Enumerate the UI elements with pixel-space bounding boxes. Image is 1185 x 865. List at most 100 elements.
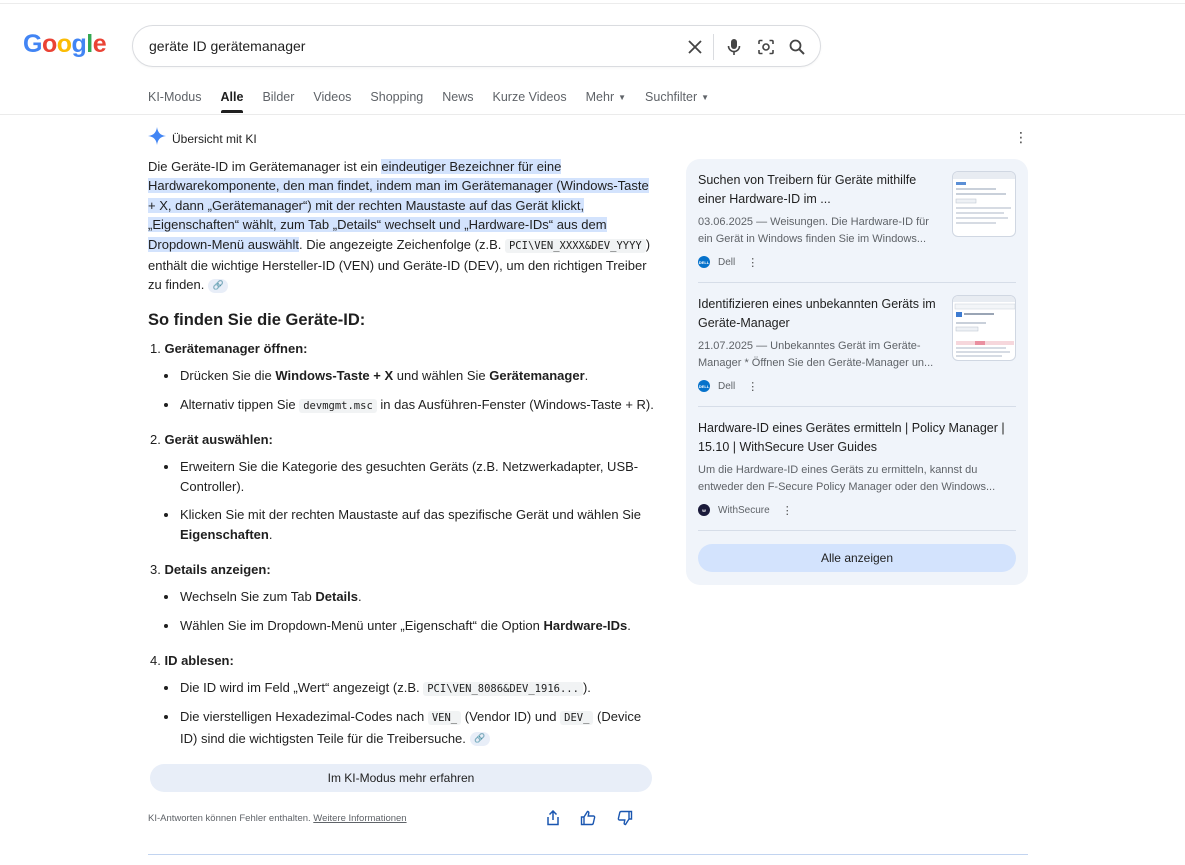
source-site: W WithSecure ⋮ [698,504,1016,517]
intro-text: . Die angezeigte Zeichenfolge (z.B. [299,236,505,252]
tab-suchfilter[interactable]: Suchfilter ▼ [645,90,709,104]
show-all-button[interactable]: Alle anzeigen [698,544,1016,572]
list-item: Klicken Sie mit der rechten Maustaste au… [164,505,655,544]
more-options-icon[interactable]: ⋮ [782,504,793,517]
tabs-divider [0,114,1185,115]
source-snippet: 21.07.2025 — Unbekanntes Gerät im Geräte… [698,339,934,369]
source-site-name: Dell [718,380,736,392]
source-snippet: Um die Hardware-ID eines Geräts zu ermit… [698,463,996,493]
bullet-code: devmgmt.msc [299,399,377,413]
search-input[interactable]: geräte ID gerätemanager [149,38,305,54]
withsecure-favicon-icon: W [698,504,710,517]
bullet-text: . [627,618,631,633]
bullet-code: DEV_ [560,711,594,725]
more-info-link[interactable]: Weitere Informationen [313,813,406,824]
tab-news[interactable]: News [442,90,473,104]
source-site-name: WithSecure [718,504,770,516]
source-title[interactable]: Hardware-ID eines Gerätes ermitteln | Po… [698,419,1016,458]
source-link-icon[interactable]: 🔗 [469,732,490,747]
tab-videos[interactable]: Videos [313,90,351,104]
source-link-icon[interactable]: 🔗 [208,279,229,293]
bullet-text: Alternativ tippen Sie [180,397,300,412]
intro-code: PCI\VEN_XXXX&DEV_YYYY [504,238,646,253]
search-icon[interactable] [786,36,808,58]
source-title[interactable]: Identifizieren eines unbekannten Geräts … [698,295,943,334]
search-divider [713,34,714,60]
thumbs-down-icon[interactable] [615,808,635,828]
top-border [0,3,1185,4]
ai-overview-title: Übersicht mit KI [172,131,257,146]
source-site-name: Dell [718,256,736,268]
step-2: 2. Gerät auswählen: [150,432,273,447]
share-icon[interactable] [543,808,563,828]
step-title: Details anzeigen: [164,562,271,577]
step-title: Gerät auswählen: [164,432,273,447]
list-item: Wählen Sie im Dropdown-Menü unter „Eigen… [164,616,655,636]
microphone-icon[interactable] [723,36,745,58]
more-options-icon[interactable]: ⋮ [747,256,758,269]
tab-bilder[interactable]: Bilder [262,90,294,104]
tab-kurze-videos[interactable]: Kurze Videos [493,90,567,104]
tab-mehr[interactable]: Mehr ▼ [586,90,626,104]
source-site: DELL Dell ⋮ [698,256,1016,269]
clear-icon[interactable] [684,36,706,58]
step-1: 1. Gerätemanager öffnen: [150,341,308,356]
search-box[interactable]: geräte ID gerätemanager [132,25,821,67]
source-site: DELL Dell ⋮ [698,380,1016,393]
source-title[interactable]: Suchen von Treibern für Geräte mithilfe … [698,171,943,210]
more-options-icon[interactable]: ⋮ [747,380,758,393]
step-number: 1. [150,341,161,356]
bullet-text: . [358,589,362,604]
lens-camera-icon[interactable] [755,36,777,58]
step-3: 3. Details anzeigen: [150,562,271,577]
ai-disclaimer: KI-Antworten können Fehler enthalten. We… [148,813,407,824]
step-number: 3. [150,562,161,577]
bullet-code: VEN_ [427,711,462,725]
step-title: Gerätemanager öffnen: [164,341,308,356]
list-item: Die ID wird im Feld „Wert“ angezeigt (z.… [164,678,655,700]
bullet-text: Wählen Sie im Dropdown-Menü unter „Eigen… [180,618,544,633]
bullet-bold: Details [315,589,359,604]
ai-sparkle-icon [148,127,166,150]
section-divider [148,854,1028,855]
tab-mehr-label: Mehr [585,90,615,104]
thumbs-up-icon[interactable] [578,808,598,828]
source-card[interactable]: Identifizieren eines unbekannten Geräts … [698,295,1016,393]
step-number: 4. [150,653,161,668]
source-divider [698,406,1016,407]
sources-panel: Suchen von Treibern für Geräte mithilfe … [686,159,1028,585]
tab-alle[interactable]: Alle [220,90,243,113]
source-card[interactable]: Suchen von Treibern für Geräte mithilfe … [698,171,1016,269]
bullet-text: Klicken Sie mit der rechten Maustaste au… [180,507,642,522]
list-item: Die vierstelligen Hexadezimal-Codes nach… [164,707,655,748]
caret-down-icon: ▼ [618,92,627,102]
tab-shopping[interactable]: Shopping [370,90,423,104]
caret-down-icon: ▼ [701,92,710,102]
ki-mode-button[interactable]: Im KI-Modus mehr erfahren [150,764,652,792]
source-divider [698,530,1016,531]
more-options-icon[interactable]: ⋮ [1012,127,1030,147]
bullet-text: . [584,368,589,383]
dell-favicon-icon: DELL [698,256,710,269]
bullet-bold: Eigenschaften [180,526,269,542]
search-tabs: KI-Modus Alle Bilder Videos Shopping New… [148,90,728,113]
disclaimer-text: KI-Antworten können Fehler enthalten. [148,813,314,824]
source-card[interactable]: Hardware-ID eines Gerätes ermitteln | Po… [698,419,1016,517]
ai-overview-intro: Die Geräte-ID im Gerätemanager ist ein e… [148,157,658,295]
step-number: 2. [150,432,161,447]
source-thumbnail[interactable] [952,295,1016,361]
bullet-text: Die ID wird im Feld „Wert“ angezeigt (z.… [180,680,424,695]
google-logo[interactable]: Google [23,30,107,59]
list-item: Wechseln Sie zum Tab Details. [164,587,655,607]
step-title: ID ablesen: [164,653,234,668]
dell-favicon-icon: DELL [698,380,710,393]
bullet-bold: Gerätemanager [489,368,585,383]
source-thumbnail[interactable] [952,171,1016,237]
ai-overview-header: Übersicht mit KI [148,127,257,150]
tab-ki-modus[interactable]: KI-Modus [148,90,202,104]
section-heading: So finden Sie die Geräte-ID: [148,311,366,329]
bullet-text: und wählen Sie [393,368,490,383]
list-item: Erweitern Sie die Kategorie des gesuchte… [164,457,655,496]
list-item: Drücken Sie die Windows-Taste + X und wä… [164,366,655,386]
bullet-bold: Hardware-IDs [543,618,628,633]
